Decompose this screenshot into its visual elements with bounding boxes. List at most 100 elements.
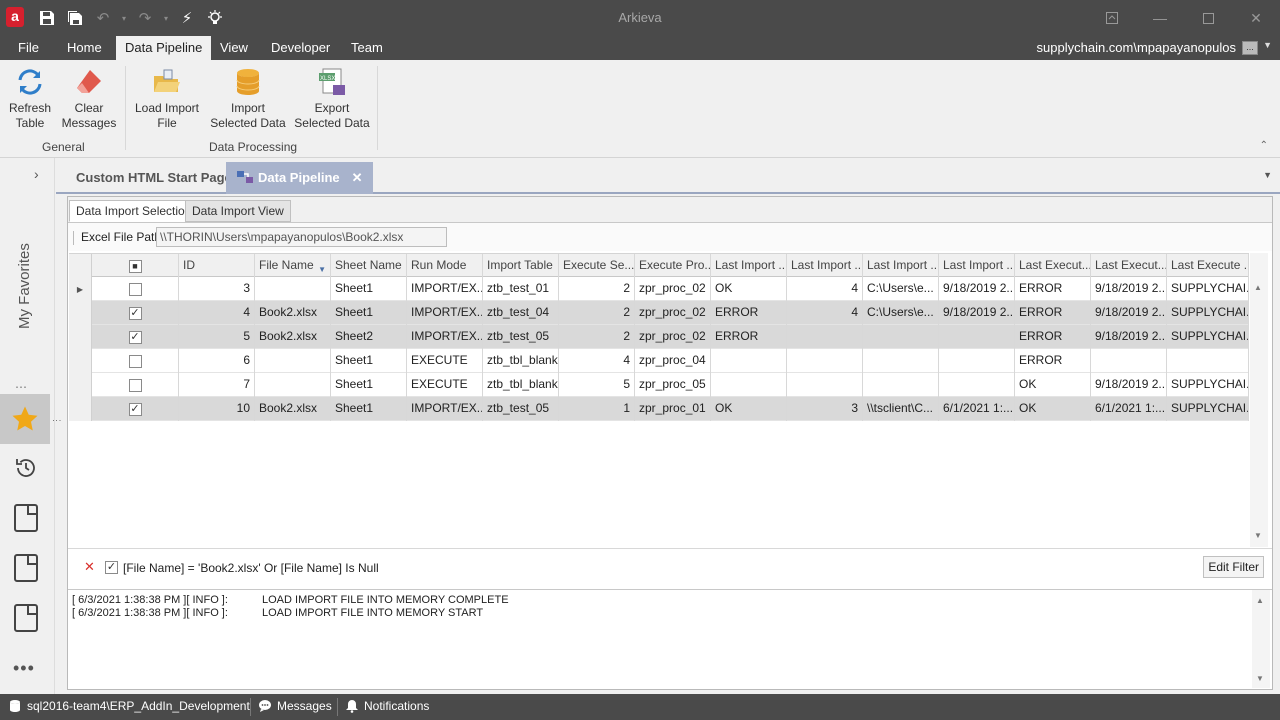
table-cell[interactable]: 7 [179,373,255,397]
clear-filter-icon[interactable]: ✕ [84,559,95,575]
table-cell[interactable]: zpr_proc_05 [635,373,711,397]
table-cell[interactable]: zpr_proc_02 [635,325,711,349]
table-cell[interactable]: C:\Users\e... [863,277,939,301]
table-cell[interactable]: ERROR [1015,325,1091,349]
table-cell[interactable]: 4 [787,277,863,301]
column-header[interactable]: Last Import ... [939,254,1015,278]
table-cell[interactable]: zpr_proc_02 [635,277,711,301]
tab-developer[interactable]: Developer [262,36,339,60]
table-cell[interactable]: 9/18/2019 2... [1091,301,1167,325]
page-icon[interactable] [10,602,42,634]
table-cell[interactable]: zpr_proc_01 [635,397,711,421]
minimize-button[interactable]: — [1136,0,1184,36]
row-select-checkbox[interactable] [92,277,179,301]
table-cell[interactable]: 9/18/2019 2... [1091,277,1167,301]
history-icon[interactable] [10,452,42,484]
table-cell[interactable]: ERROR [711,301,787,325]
drag-dots-icon[interactable]: ⋯ [15,380,28,394]
row-indicator[interactable] [69,373,92,397]
table-cell[interactable] [787,349,863,373]
grid-scrollbar[interactable]: ▲ ▼ [1250,253,1268,547]
scroll-down-icon[interactable]: ▼ [1256,674,1264,683]
column-header[interactable]: Execute Se... [559,254,635,278]
pin-icon[interactable] [1088,0,1136,36]
row-select-checkbox[interactable] [92,373,179,397]
table-cell[interactable]: 5 [559,373,635,397]
row-select-checkbox[interactable]: ✓ [92,301,179,325]
table-cell[interactable] [255,277,331,301]
row-indicator[interactable] [69,301,92,325]
table-cell[interactable]: 4 [179,301,255,325]
table-cell[interactable]: Sheet1 [331,397,407,421]
table-cell[interactable]: ERROR [1015,349,1091,373]
table-cell[interactable]: OK [711,277,787,301]
table-cell[interactable]: 6/1/2021 1:... [1091,397,1167,421]
table-row[interactable]: ✓ 5 Book2.xlsx Sheet2 IMPORT/EX... ztb_test_0… [69,325,1249,349]
row-select-checkbox[interactable]: ✓ [92,325,179,349]
scroll-up-icon[interactable]: ▲ [1254,283,1262,292]
table-cell[interactable]: Sheet1 [331,373,407,397]
table-cell[interactable] [863,325,939,349]
tab-data-import-view[interactable]: Data Import View [185,200,291,222]
table-cell[interactable]: ztb_test_05 [483,325,559,349]
table-cell[interactable]: 9/18/2019 2... [939,301,1015,325]
table-cell[interactable]: 3 [179,277,255,301]
excel-file-path-input[interactable] [156,227,447,247]
table-cell[interactable] [711,349,787,373]
table-cell[interactable]: Sheet1 [331,277,407,301]
close-button[interactable]: ✕ [1232,0,1280,36]
table-cell[interactable]: Sheet2 [331,325,407,349]
table-cell[interactable]: Sheet1 [331,301,407,325]
table-cell[interactable]: 2 [559,277,635,301]
checkbox[interactable] [128,378,142,392]
tab-file[interactable]: File [9,36,48,60]
table-cell[interactable]: IMPORT/EX... [407,277,483,301]
table-cell[interactable]: SUPPLYCHAI... [1167,397,1249,421]
export-selected-data-button[interactable]: XLSX Export Selected Data [292,66,372,131]
table-cell[interactable]: ERROR [1015,277,1091,301]
row-indicator[interactable] [69,397,92,421]
tab-data-import-selection[interactable]: Data Import Selection [69,200,199,222]
table-cell[interactable]: SUPPLYCHAI... [1167,301,1249,325]
table-cell[interactable]: Sheet1 [331,349,407,373]
column-header[interactable]: Execute Pro... [635,254,711,278]
edit-filter-button[interactable]: Edit Filter [1203,556,1264,578]
table-row[interactable]: ▶ 3 Sheet1 IMPORT/EX... ztb_test_01 2 zpr_proc… [69,277,1249,301]
table-cell[interactable]: 9/18/2019 2... [1091,373,1167,397]
checkbox[interactable]: ✓ [128,330,142,344]
table-cell[interactable] [1091,349,1167,373]
table-cell[interactable]: SUPPLYCHAI... [1167,325,1249,349]
chevron-down-icon[interactable]: ▼ [1263,40,1272,50]
table-cell[interactable]: EXECUTE [407,349,483,373]
column-header[interactable]: Last Execute ... [1167,254,1249,278]
favorites-star-button[interactable] [0,394,50,444]
table-cell[interactable]: 10 [179,397,255,421]
table-cell[interactable]: 6 [179,349,255,373]
column-header[interactable]: Last Execut... [1091,254,1167,278]
table-cell[interactable]: 4 [787,301,863,325]
close-tab-icon[interactable]: ✕ [352,170,363,185]
table-row[interactable]: 6 Sheet1 EXECUTE ztb_tbl_blank 4 zpr_proc_04 E… [69,349,1249,373]
table-cell[interactable] [255,349,331,373]
table-cell[interactable] [939,325,1015,349]
more-icon[interactable]: ••• [13,658,35,679]
table-cell[interactable]: IMPORT/EX... [407,397,483,421]
scroll-down-icon[interactable]: ▼ [1254,531,1262,540]
table-cell[interactable]: IMPORT/EX... [407,325,483,349]
tab-team[interactable]: Team [342,36,392,60]
column-header[interactable]: Last Execut... [1015,254,1091,278]
checkbox[interactable]: ✓ [128,306,142,320]
maximize-button[interactable] [1184,0,1232,36]
table-cell[interactable]: zpr_proc_02 [635,301,711,325]
table-cell[interactable]: ztb_tbl_blank [483,373,559,397]
row-indicator[interactable]: ▶ [69,277,92,301]
table-cell[interactable]: 6/1/2021 1:... [939,397,1015,421]
table-cell[interactable] [863,349,939,373]
my-favorites-label[interactable]: My Favorites [16,238,36,334]
splitter-grip-icon[interactable]: ⋮ [52,416,62,425]
table-cell[interactable]: C:\Users\e... [863,301,939,325]
tab-list-dropdown-icon[interactable]: ▼ [1263,170,1272,180]
tab-view[interactable]: View [211,36,257,60]
table-cell[interactable]: \\tsclient\C... [863,397,939,421]
tab-home[interactable]: Home [58,36,111,60]
